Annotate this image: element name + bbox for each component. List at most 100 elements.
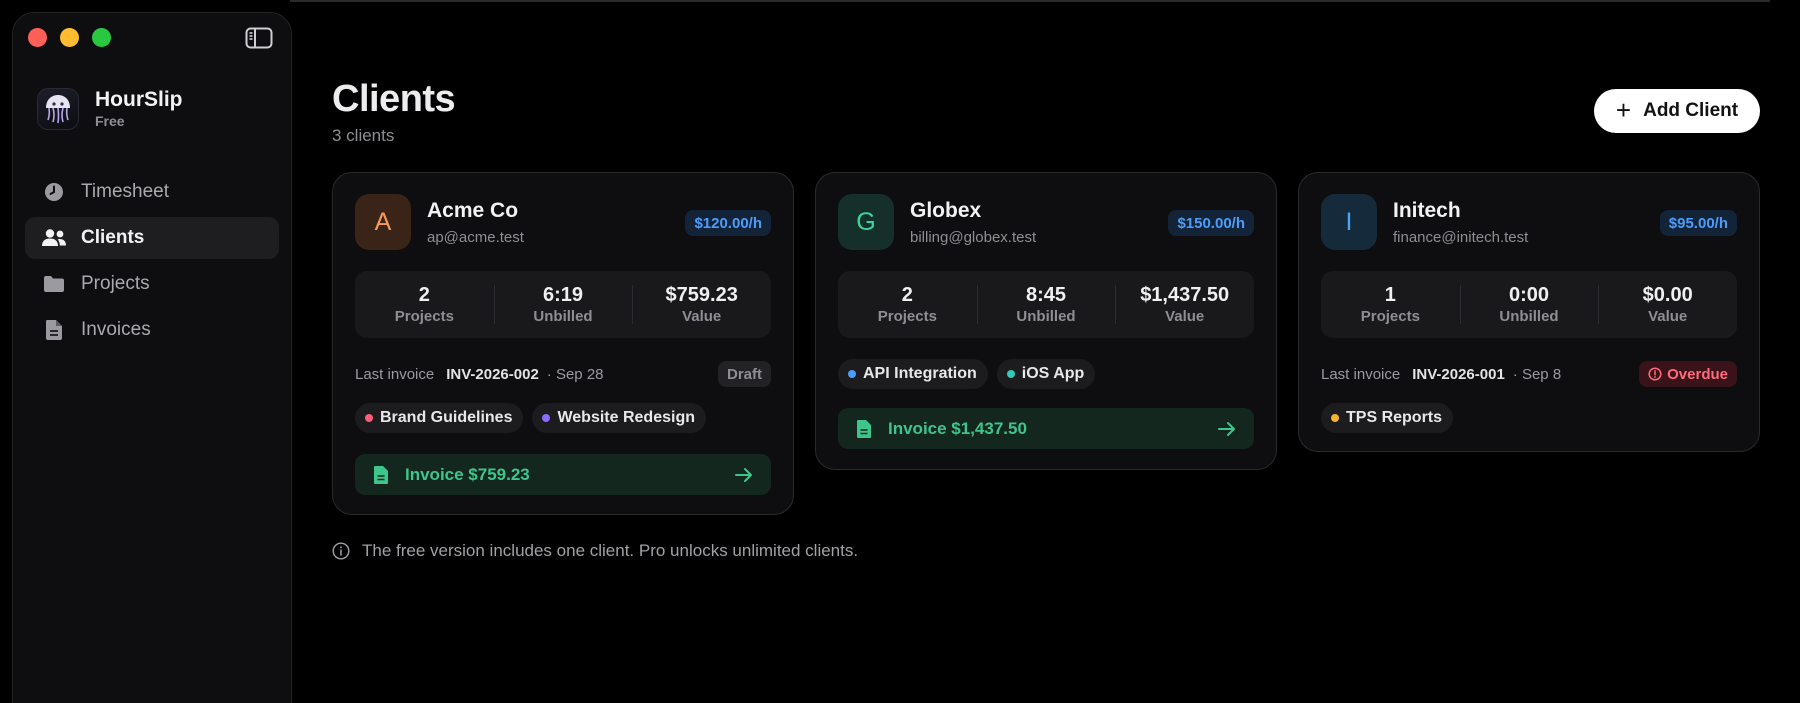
sidebar: HourSlip Free Timesheet Clients Projects: [12, 12, 292, 703]
client-count: 3 clients: [332, 126, 395, 145]
status-label: Overdue: [1667, 365, 1728, 383]
rate-badge: $95.00/h: [1659, 210, 1737, 236]
stat-unbilled: 8:45 Unbilled: [976, 271, 1116, 338]
last-invoice: Last invoice INV-2026-001 · Sep 8: [1321, 361, 1561, 387]
last-invoice-date: · Sep 8: [1512, 365, 1562, 383]
project-tag[interactable]: Website Redesign: [532, 403, 706, 433]
stat-projects: 2 Projects: [838, 271, 977, 338]
sidebar-toggle-icon[interactable]: [245, 27, 273, 49]
create-invoice-button[interactable]: Invoice $1,437.50: [838, 408, 1254, 449]
stat-value-total: $0.00 Value: [1598, 271, 1737, 338]
color-dot: [365, 414, 373, 422]
sidebar-item-invoices[interactable]: Invoices: [25, 309, 279, 351]
sidebar-item-timesheet[interactable]: Timesheet: [25, 171, 279, 213]
status-badge: Draft: [717, 361, 771, 387]
invoice-button-label: Invoice $759.23: [405, 464, 530, 484]
color-dot: [848, 370, 856, 378]
free-version-note: The free version includes one client. Pr…: [332, 541, 858, 561]
stat-label: Value: [682, 307, 722, 325]
page-title: Clients: [332, 78, 456, 120]
window-top-edge: [290, 0, 1770, 2]
create-invoice-button[interactable]: Invoice $759.23: [355, 454, 771, 495]
project-tag-label: iOS App: [1021, 365, 1085, 382]
sidebar-item-label: Clients: [81, 227, 145, 248]
stat-label: Projects: [1360, 307, 1420, 325]
project-tag-label: TPS Reports: [1346, 409, 1443, 426]
sidebar-nav: Timesheet Clients Projects Invoices: [25, 171, 279, 355]
client-card-acme[interactable]: A Acme Co ap@acme.test $120.00/h 2 Proje…: [332, 172, 794, 515]
client-email: ap@acme.test: [427, 229, 524, 246]
client-avatar: I: [1321, 194, 1377, 250]
add-client-button[interactable]: + Add Client: [1594, 89, 1760, 133]
document-icon: [373, 465, 389, 485]
color-dot: [1006, 370, 1015, 378]
plus-icon: +: [1615, 94, 1632, 125]
jellyfish-logo-icon: [37, 88, 79, 130]
client-avatar: A: [355, 194, 411, 250]
document-icon: [856, 419, 872, 439]
stat-unbilled: 0:00 Unbilled: [1459, 271, 1599, 338]
app-name: HourSlip: [95, 88, 183, 111]
sidebar-item-label: Invoices: [81, 319, 151, 340]
sidebar-item-label: Timesheet: [81, 181, 169, 202]
alert-circle-icon: [1648, 367, 1662, 381]
client-card-globex[interactable]: G Globex billing@globex.test $150.00/h 2…: [815, 172, 1277, 470]
status-badge: Overdue: [1639, 361, 1737, 387]
project-tag[interactable]: iOS App: [996, 359, 1096, 389]
last-invoice: Last invoice INV-2026-002 · Sep 28: [355, 361, 604, 387]
stat-value: $0.00: [1642, 283, 1693, 306]
stat-label: Projects: [394, 307, 454, 325]
client-avatar: G: [838, 194, 894, 250]
stat-value-total: $759.23 Value: [632, 271, 771, 338]
stat-value: 8:45: [1025, 283, 1067, 306]
project-tag[interactable]: API Integration: [838, 359, 988, 389]
stat-value: $759.23: [665, 283, 738, 306]
project-tag-label: API Integration: [863, 365, 977, 382]
plan-label: Free: [95, 113, 125, 129]
close-window-button[interactable]: [28, 28, 47, 47]
last-invoice-label: Last invoice: [1321, 365, 1401, 383]
stat-label: Value: [1648, 307, 1688, 325]
project-tag-label: Website Redesign: [557, 409, 695, 426]
document-icon: [41, 319, 67, 341]
stat-value: 2: [418, 283, 430, 306]
stat-projects: 2 Projects: [355, 271, 494, 338]
last-invoice-number[interactable]: INV-2026-001: [1412, 366, 1505, 383]
project-tag[interactable]: TPS Reports: [1321, 403, 1454, 433]
last-invoice-number[interactable]: INV-2026-002: [446, 366, 539, 383]
sidebar-item-label: Projects: [81, 273, 150, 294]
client-card-initech[interactable]: I Initech finance@initech.test $95.00/h …: [1298, 172, 1760, 452]
stat-projects: 1 Projects: [1321, 271, 1460, 338]
sidebar-item-projects[interactable]: Projects: [25, 263, 279, 305]
status-label: Draft: [726, 365, 762, 383]
stat-value: $1,437.50: [1140, 283, 1230, 306]
color-dot: [542, 414, 551, 422]
stat-value-total: $1,437.50 Value: [1115, 271, 1254, 338]
brand: HourSlip Free: [37, 88, 183, 130]
stat-label: Projects: [877, 307, 937, 325]
client-stats: 2 Projects 6:19 Unbilled $759.23 Value: [355, 271, 771, 338]
stat-label: Value: [1165, 307, 1205, 325]
project-tag[interactable]: Brand Guidelines: [355, 403, 524, 433]
stat-value: 2: [901, 283, 913, 306]
clock-icon: [41, 181, 67, 203]
client-email: billing@globex.test: [910, 229, 1037, 246]
stat-value: 6:19: [542, 283, 584, 306]
info-icon: [332, 542, 350, 560]
window-controls: [28, 28, 111, 47]
stat-value: 0:00: [1508, 283, 1550, 306]
minimize-window-button[interactable]: [60, 28, 79, 47]
note-text: The free version includes one client. Pr…: [362, 541, 859, 560]
client-name: Acme Co: [427, 199, 519, 222]
invoice-button-label: Invoice $1,437.50: [888, 418, 1027, 438]
arrow-right-icon: [735, 467, 753, 483]
sidebar-item-clients[interactable]: Clients: [25, 217, 279, 259]
users-icon: [41, 227, 67, 249]
zoom-window-button[interactable]: [92, 28, 111, 47]
client-stats: 1 Projects 0:00 Unbilled $0.00 Value: [1321, 271, 1737, 338]
project-tag-label: Brand Guidelines: [380, 409, 513, 426]
stat-label: Unbilled: [533, 307, 593, 325]
client-name: Globex: [910, 199, 982, 222]
stat-label: Unbilled: [1499, 307, 1559, 325]
last-invoice-date: · Sep 28: [546, 365, 604, 383]
